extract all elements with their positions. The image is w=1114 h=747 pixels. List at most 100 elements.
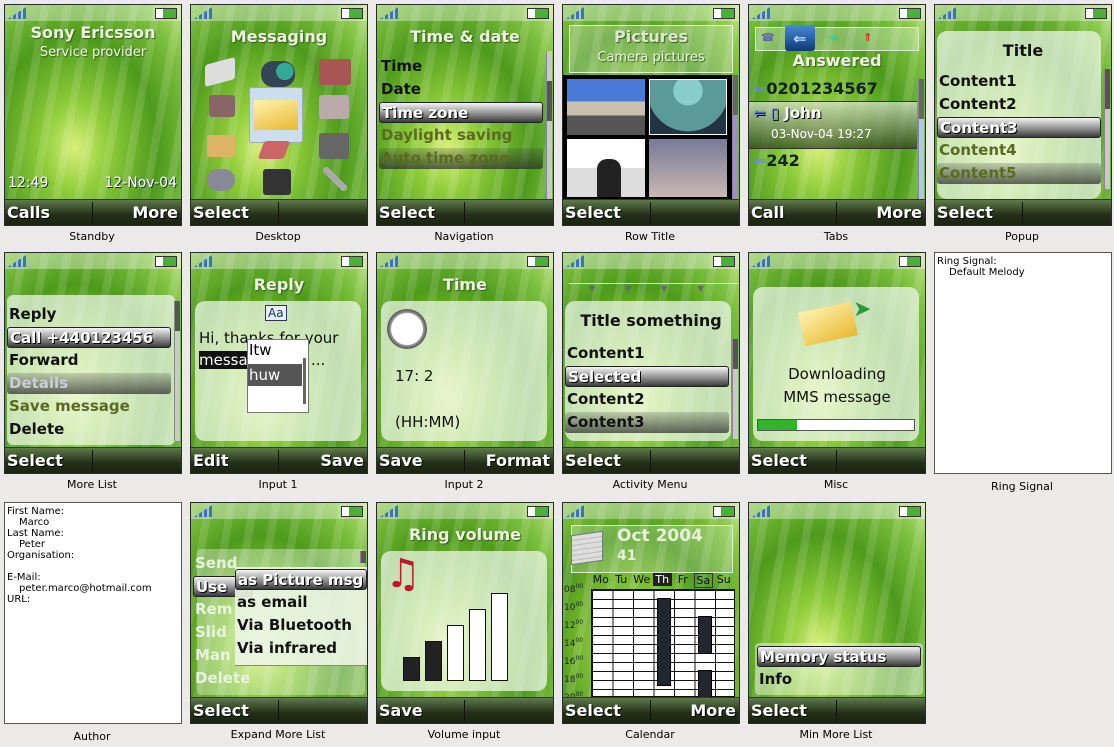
day-header[interactable]: Sa — [693, 573, 713, 588]
menu-item[interactable]: Reply — [7, 304, 171, 325]
softkey-left[interactable]: Select — [937, 203, 993, 222]
popup-item[interactable]: Content4 — [937, 140, 1101, 161]
file-manager-icon[interactable] — [207, 135, 235, 157]
phone-misc: ➤ Downloading MMS message Select — [748, 252, 926, 474]
menu-item[interactable]: Delete — [7, 419, 171, 440]
contacts-icon[interactable] — [205, 56, 235, 88]
softkey-right[interactable]: More — [876, 203, 922, 222]
menu-item[interactable]: Auto time zone — [379, 148, 543, 169]
scrollbar[interactable] — [303, 358, 306, 404]
calendar-event[interactable] — [697, 670, 712, 699]
popup-item-selected[interactable]: Content3 — [937, 117, 1101, 138]
submenu-item[interactable]: as email — [235, 592, 367, 613]
softkey-left[interactable]: Save — [379, 701, 423, 720]
day-header[interactable]: Fr — [673, 573, 693, 586]
softkey-right[interactable]: More — [690, 701, 736, 720]
day-header[interactable]: Mo — [591, 573, 611, 586]
volume-level-bar[interactable] — [403, 657, 420, 681]
day-header[interactable]: Su — [714, 573, 734, 586]
scrollbar[interactable] — [360, 551, 366, 563]
softkey-left[interactable]: Select — [751, 701, 807, 720]
day-header[interactable]: We — [632, 573, 652, 586]
menu-item[interactable]: Date — [379, 79, 543, 100]
menu-item[interactable]: Content1 — [565, 343, 729, 364]
suggestion-item[interactable]: Itw — [249, 341, 272, 359]
battery-icon — [527, 256, 549, 267]
softkey-left[interactable]: Select — [193, 701, 249, 720]
connectivity-icon[interactable] — [319, 133, 349, 159]
scrollbar[interactable] — [918, 79, 924, 201]
softkey-left[interactable]: Select — [751, 451, 807, 470]
scrollbar[interactable] — [732, 75, 738, 201]
suggestion-item-selected[interactable]: huw — [249, 366, 280, 384]
softkey-left[interactable]: Edit — [193, 451, 229, 470]
menu-item[interactable]: Forward — [7, 350, 171, 371]
call-entry[interactable]: ⇐0201234567 — [753, 79, 878, 98]
softkey-right[interactable]: Save — [320, 451, 364, 470]
camera-icon[interactable] — [209, 95, 235, 117]
softkey-right[interactable]: Format — [486, 451, 550, 470]
menu-item[interactable]: Time — [379, 56, 543, 77]
menu-item-selected[interactable]: Call +440123456 — [7, 327, 171, 348]
submenu-item[interactable]: Via infrared — [235, 638, 367, 659]
menu-item[interactable]: Daylight saving — [379, 125, 543, 146]
thumbnail-selected[interactable] — [649, 79, 727, 135]
organizer-icon[interactable] — [263, 169, 291, 195]
activity-tabs[interactable]: ▼▼▼▼ — [569, 283, 739, 298]
settings-icon[interactable] — [323, 167, 347, 191]
menu-item[interactable]: Content2 — [565, 389, 729, 410]
softkey-left[interactable]: Select — [565, 451, 621, 470]
media-icon[interactable] — [319, 59, 351, 85]
popup-item[interactable]: Content5 — [937, 163, 1101, 184]
softkey-left[interactable]: Calls — [7, 203, 50, 222]
thumbnail[interactable] — [649, 139, 727, 197]
softkey-left[interactable]: Select — [7, 451, 63, 470]
dialled-tab-icon[interactable]: ⇒ — [829, 31, 838, 44]
menu-item[interactable]: Details — [7, 373, 171, 394]
volume-level-bar[interactable] — [491, 593, 508, 681]
messaging-icon[interactable] — [249, 87, 303, 143]
submenu-item-selected[interactable]: as Picture msg — [235, 569, 367, 590]
menu-item-selected[interactable]: Time zone — [379, 102, 543, 123]
submenu-item[interactable]: Via Bluetooth — [235, 615, 367, 636]
menu-item[interactable]: Save message — [7, 396, 171, 417]
answered-tab-icon[interactable]: ⇐ — [785, 25, 815, 51]
popup-item[interactable]: Content1 — [937, 71, 1101, 92]
entertainment-icon[interactable] — [257, 141, 291, 159]
popup-item[interactable]: Content2 — [937, 94, 1101, 115]
softkey-left[interactable]: Call — [751, 203, 785, 222]
scrollbar[interactable] — [1104, 69, 1110, 189]
day-header[interactable]: Tu — [612, 573, 632, 586]
softkey-left[interactable]: Select — [565, 203, 621, 222]
menu-item[interactable]: Info — [757, 669, 921, 690]
calendar-event[interactable] — [656, 598, 671, 686]
thumbnail[interactable] — [567, 139, 645, 197]
scrollbar[interactable] — [732, 339, 738, 439]
missed-tab-icon[interactable]: ⇑ — [863, 31, 872, 44]
thumbnail[interactable] — [567, 79, 645, 135]
scrollbar[interactable] — [174, 301, 180, 441]
calendar-event[interactable] — [697, 616, 712, 654]
menu-item-selected[interactable]: Memory status — [757, 646, 921, 667]
volume-level-bar[interactable] — [447, 625, 464, 681]
call-entry[interactable]: ⇐242 — [753, 151, 800, 170]
volume-level-bar[interactable] — [469, 609, 486, 681]
volume-level-bar[interactable] — [425, 641, 442, 681]
radio-icon[interactable] — [319, 95, 349, 119]
internet-icon[interactable] — [261, 61, 295, 87]
menu-item[interactable]: Delete — [193, 668, 357, 689]
softkey-left[interactable]: Select — [565, 701, 621, 720]
softkey-left[interactable]: Select — [193, 203, 249, 222]
call-log-icon[interactable] — [207, 169, 235, 191]
call-entry-selected[interactable]: ⇐ ▯ John 03-Nov-04 19:27 — [749, 101, 917, 149]
menu-item-selected[interactable]: Selected — [565, 366, 729, 387]
scrollbar[interactable] — [546, 51, 552, 199]
day-header[interactable]: Th — [652, 573, 672, 586]
softkey-right[interactable]: More — [132, 203, 178, 222]
softkey-left[interactable]: Save — [379, 451, 423, 470]
time-value[interactable]: 17: 2 — [395, 367, 433, 385]
all-calls-tab-icon[interactable]: ☎ — [761, 31, 775, 44]
menu-item[interactable]: Content3 — [565, 412, 729, 433]
input-mode-indicator[interactable]: Aa — [265, 305, 287, 321]
softkey-left[interactable]: Select — [379, 203, 435, 222]
